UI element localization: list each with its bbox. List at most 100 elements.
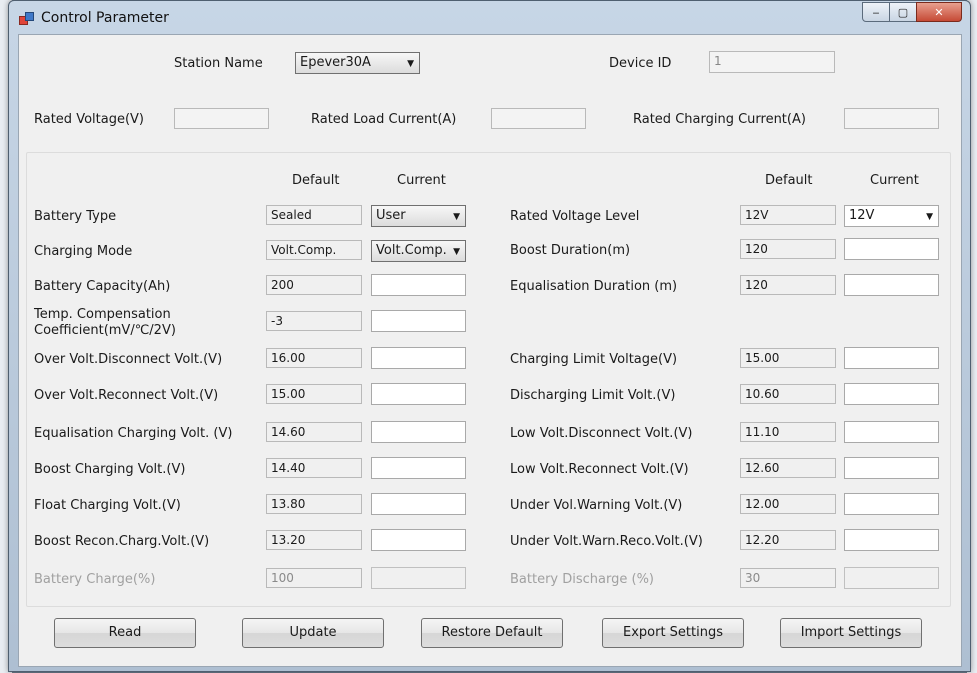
battery-discharge-input <box>844 567 939 589</box>
discharging-limit-volt-label: Discharging Limit Volt.(V) <box>510 388 676 403</box>
rated-voltage-field[interactable] <box>174 108 269 129</box>
low-volt-disconnect-default: 11.10 <box>740 422 836 442</box>
title-bar[interactable]: Control Parameter ‒ ▢ ✕ <box>9 1 970 35</box>
boost-recon-charg-volt-default: 13.20 <box>266 530 362 550</box>
float-charging-volt-label: Float Charging Volt.(V) <box>34 498 181 513</box>
boost-charging-volt-label: Boost Charging Volt.(V) <box>34 462 186 477</box>
right-current-header: Current <box>870 173 919 188</box>
caption-buttons: ‒ ▢ ✕ <box>862 2 962 22</box>
over-volt-disconnect-input[interactable] <box>371 347 466 369</box>
boost-charging-volt-default: 14.40 <box>266 458 362 478</box>
chevron-down-icon: ▼ <box>407 59 414 69</box>
charging-limit-voltage-input[interactable] <box>844 347 939 369</box>
close-button[interactable]: ✕ <box>916 2 962 22</box>
equalisation-charging-volt-label: Equalisation Charging Volt. (V) <box>34 426 233 441</box>
minimize-button[interactable]: ‒ <box>862 2 890 22</box>
rated-charging-current-label: Rated Charging Current(A) <box>633 112 806 127</box>
battery-discharge-default: 30 <box>740 568 836 588</box>
left-default-header: Default <box>292 173 340 188</box>
rated-load-current-label: Rated Load Current(A) <box>311 112 457 127</box>
low-volt-disconnect-input[interactable] <box>844 421 939 443</box>
battery-discharge-label: Battery Discharge (%) <box>510 572 654 587</box>
boost-charging-volt-input[interactable] <box>371 457 466 479</box>
import-settings-button[interactable]: Import Settings <box>780 618 922 648</box>
temp-compensation-input[interactable] <box>371 310 466 332</box>
over-volt-disconnect-label: Over Volt.Disconnect Volt.(V) <box>34 352 223 367</box>
temp-compensation-default: -3 <box>266 311 362 331</box>
discharging-limit-volt-default: 10.60 <box>740 384 836 404</box>
battery-charge-label: Battery Charge(%) <box>34 572 156 587</box>
charging-mode-default: Volt.Comp. <box>266 240 362 260</box>
under-vol-warning-input[interactable] <box>844 493 939 515</box>
chevron-down-icon: ▼ <box>926 212 933 222</box>
boost-recon-charg-volt-input[interactable] <box>371 529 466 551</box>
device-id-label: Device ID <box>609 56 672 71</box>
station-name-dropdown[interactable]: Epever30A ▼ <box>295 52 420 74</box>
battery-capacity-label: Battery Capacity(Ah) <box>34 279 171 294</box>
over-volt-reconnect-label: Over Volt.Reconnect Volt.(V) <box>34 388 219 403</box>
float-charging-volt-input[interactable] <box>371 493 466 515</box>
chevron-down-icon: ▼ <box>453 212 460 222</box>
temp-compensation-label-line2: Coefficient(mV/℃/2V) <box>34 323 176 338</box>
low-volt-disconnect-label: Low Volt.Disconnect Volt.(V) <box>510 426 693 441</box>
equalisation-charging-volt-default: 14.60 <box>266 422 362 442</box>
low-volt-reconnect-input[interactable] <box>844 457 939 479</box>
boost-recon-charg-volt-label: Boost Recon.Charg.Volt.(V) <box>34 534 210 549</box>
charging-limit-voltage-label: Charging Limit Voltage(V) <box>510 352 678 367</box>
right-default-header: Default <box>765 173 813 188</box>
over-volt-reconnect-default: 15.00 <box>266 384 362 404</box>
form-client-area: Station Name Epever30A ▼ Device ID 1 Rat… <box>18 34 962 667</box>
low-volt-reconnect-label: Low Volt.Reconnect Volt.(V) <box>510 462 689 477</box>
window-title: Control Parameter <box>41 10 169 26</box>
charging-mode-dropdown[interactable]: Volt.Comp. ▼ <box>371 240 466 262</box>
rated-voltage-level-current: 12V <box>849 208 875 223</box>
under-volt-warn-reco-label: Under Volt.Warn.Reco.Volt.(V) <box>510 534 703 549</box>
over-volt-reconnect-input[interactable] <box>371 383 466 405</box>
over-volt-disconnect-default: 16.00 <box>266 348 362 368</box>
battery-charge-input <box>371 567 466 589</box>
discharging-limit-volt-input[interactable] <box>844 383 939 405</box>
battery-type-current: User <box>376 208 406 223</box>
under-vol-warning-default: 12.00 <box>740 494 836 514</box>
station-name-value: Epever30A <box>300 55 371 70</box>
rated-voltage-label: Rated Voltage(V) <box>34 112 144 127</box>
station-name-label: Station Name <box>174 56 263 71</box>
under-volt-warn-reco-default: 12.20 <box>740 530 836 550</box>
charging-mode-current: Volt.Comp. <box>376 243 447 258</box>
rated-voltage-level-default: 12V <box>740 205 836 225</box>
battery-type-dropdown[interactable]: User ▼ <box>371 205 466 227</box>
battery-charge-default: 100 <box>266 568 362 588</box>
under-vol-warning-label: Under Vol.Warning Volt.(V) <box>510 498 683 513</box>
chevron-down-icon: ▼ <box>453 247 460 257</box>
float-charging-volt-default: 13.80 <box>266 494 362 514</box>
equalisation-duration-label: Equalisation Duration (m) <box>510 279 678 294</box>
battery-type-default: Sealed <box>266 205 362 225</box>
equalisation-duration-input[interactable] <box>844 274 939 296</box>
boost-duration-input[interactable] <box>844 238 939 260</box>
equalisation-duration-default: 120 <box>740 275 836 295</box>
charging-mode-label: Charging Mode <box>34 244 133 259</box>
rated-voltage-level-dropdown[interactable]: 12V ▼ <box>844 205 939 227</box>
boost-duration-label: Boost Duration(m) <box>510 243 631 258</box>
battery-capacity-input[interactable] <box>371 274 466 296</box>
rated-voltage-level-label: Rated Voltage Level <box>510 209 640 224</box>
control-parameter-window: Control Parameter ‒ ▢ ✕ Station Name Epe… <box>8 0 971 672</box>
app-window-icon <box>19 12 34 25</box>
update-button[interactable]: Update <box>242 618 384 648</box>
under-volt-warn-reco-input[interactable] <box>844 529 939 551</box>
rated-charging-current-field[interactable] <box>844 108 939 129</box>
boost-duration-default: 120 <box>740 239 836 259</box>
read-button[interactable]: Read <box>54 618 196 648</box>
left-current-header: Current <box>397 173 446 188</box>
battery-capacity-default: 200 <box>266 275 362 295</box>
rated-load-current-field[interactable] <box>491 108 586 129</box>
export-settings-button[interactable]: Export Settings <box>602 618 744 648</box>
battery-type-label: Battery Type <box>34 209 117 224</box>
temp-compensation-label-line1: Temp. Compensation <box>34 307 171 322</box>
charging-limit-voltage-default: 15.00 <box>740 348 836 368</box>
device-id-field[interactable]: 1 <box>709 51 835 73</box>
maximize-button[interactable]: ▢ <box>889 2 917 22</box>
low-volt-reconnect-default: 12.60 <box>740 458 836 478</box>
restore-default-button[interactable]: Restore Default <box>421 618 563 648</box>
equalisation-charging-volt-input[interactable] <box>371 421 466 443</box>
